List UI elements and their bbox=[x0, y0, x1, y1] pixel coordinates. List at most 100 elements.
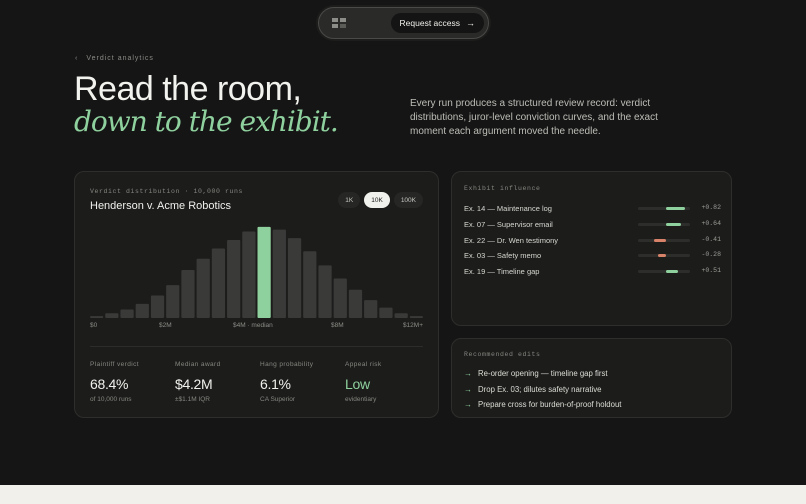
influence-value: +0.64 bbox=[701, 219, 721, 227]
histogram-axis: $0 $2M $4M · median $8M $12M+ bbox=[90, 322, 423, 332]
exhibit-name: Ex. 14 — Maintenance log bbox=[464, 204, 552, 213]
stat-hang-probability: Hang probability 6.1% CA Superior bbox=[260, 361, 345, 403]
histogram-bar[interactable] bbox=[318, 265, 332, 318]
stat-sub: of 10,000 runs bbox=[90, 396, 132, 403]
recommended-edits-label: Recommended edits bbox=[464, 351, 541, 358]
histogram-bar[interactable] bbox=[287, 238, 302, 318]
axis-tick-label: $0 bbox=[90, 322, 98, 329]
influence-track bbox=[638, 238, 690, 242]
distribution-label: Verdict distribution · 10,000 runs bbox=[90, 188, 244, 195]
histogram-bar[interactable] bbox=[379, 307, 393, 318]
histogram-bar[interactable] bbox=[135, 303, 149, 318]
footer-section bbox=[0, 485, 806, 504]
arrow-right-icon: → bbox=[464, 369, 472, 379]
run-count-toggle: 1K 10K 100K bbox=[338, 192, 423, 208]
recommended-edit-item[interactable]: → Prepare cross for burden-of-proof hold… bbox=[464, 397, 621, 413]
page-title-accent: down to the exhibit. bbox=[74, 105, 339, 138]
exhibit-list: Ex. 14 — Maintenance log +0.82 Ex. 07 — … bbox=[464, 202, 721, 281]
run-option-10k[interactable]: 10K bbox=[364, 192, 390, 208]
stat-value: 68.4% bbox=[90, 376, 129, 392]
run-option-100k[interactable]: 100K bbox=[393, 192, 423, 208]
stat-label: Appeal risk bbox=[345, 361, 382, 368]
exhibit-name: Ex. 19 — Timeline gap bbox=[464, 267, 540, 277]
stat-value: Low bbox=[345, 376, 370, 392]
recommended-edits-list: → Re-order opening — timeline gap first … bbox=[464, 366, 621, 413]
stat-sub: CA Superior bbox=[260, 396, 296, 403]
verdict-histogram bbox=[90, 226, 423, 318]
exhibit-name: Ex. 03 — Safety memo bbox=[464, 251, 542, 261]
influence-bar bbox=[657, 254, 666, 258]
histogram-bar[interactable] bbox=[105, 313, 119, 318]
influence-bar bbox=[654, 238, 666, 242]
exhibit-influence-card: Exhibit influence Ex. 14 — Maintenance l… bbox=[451, 171, 732, 326]
influence-track bbox=[638, 270, 690, 274]
recommended-edit-text: Re-order opening — timeline gap first bbox=[478, 369, 608, 379]
axis-tick-label: $4M · median bbox=[233, 322, 273, 329]
stat-label: Plaintiff verdict bbox=[90, 361, 139, 368]
eyebrow-label: Verdict analytics bbox=[86, 55, 154, 62]
eyebrow: ‹ Verdict analytics bbox=[75, 55, 154, 62]
histogram-bar[interactable] bbox=[348, 289, 363, 318]
histogram-bar[interactable] bbox=[181, 270, 195, 318]
influence-value: +0.82 bbox=[701, 204, 721, 211]
exhibit-row[interactable]: Ex. 19 — Timeline gap +0.51 bbox=[464, 265, 721, 281]
request-access-button[interactable]: Request access → bbox=[390, 13, 484, 33]
influence-bar bbox=[666, 207, 686, 210]
recommended-edit-item[interactable]: → Re-order opening — timeline gap first bbox=[464, 366, 621, 382]
histogram-bar[interactable] bbox=[409, 316, 423, 318]
influence-track bbox=[638, 222, 690, 226]
exhibit-row[interactable]: Ex. 07 — Supervisor email +0.64 bbox=[464, 218, 721, 234]
recommended-edit-item[interactable]: → Drop Ex. 03; dilutes safety narrative bbox=[464, 382, 621, 398]
stat-label: Hang probability bbox=[260, 361, 314, 368]
logo-mark-icon[interactable] bbox=[332, 18, 346, 28]
histogram-bar[interactable] bbox=[211, 248, 226, 318]
stat-sub: ±$1.1M IQR bbox=[175, 396, 210, 403]
stat-label: Median award bbox=[175, 361, 221, 368]
stat-median-award: Median award $4.2M ±$1.1M IQR bbox=[175, 361, 260, 403]
exhibit-influence-label: Exhibit influence bbox=[464, 185, 541, 192]
arrow-right-icon: → bbox=[466, 18, 475, 28]
histogram-bar-median[interactable] bbox=[257, 226, 271, 318]
histogram-bar[interactable] bbox=[272, 229, 286, 318]
exhibit-name: Ex. 07 — Supervisor email bbox=[464, 219, 553, 229]
histogram-bar[interactable] bbox=[166, 285, 180, 318]
top-nav-pill: Request access → bbox=[318, 7, 489, 39]
run-option-1k[interactable]: 1K bbox=[338, 192, 361, 208]
recommended-edits-card: Recommended edits → Re-order opening — t… bbox=[451, 338, 732, 418]
histogram-bar[interactable] bbox=[90, 316, 104, 318]
verdict-stats: Plaintiff verdict 68.4% of 10,000 runs M… bbox=[90, 361, 430, 403]
request-access-label: Request access bbox=[399, 18, 460, 28]
case-title: Henderson v. Acme Robotics bbox=[90, 200, 232, 212]
influence-track bbox=[638, 207, 690, 210]
exhibit-row[interactable]: Ex. 14 — Maintenance log +0.82 bbox=[464, 202, 721, 218]
histogram-bar[interactable] bbox=[150, 295, 165, 318]
histogram-bar[interactable] bbox=[242, 231, 256, 318]
exhibit-row[interactable]: Ex. 22 — Dr. Wen testimony -0.41 bbox=[464, 234, 721, 250]
influence-value: +0.51 bbox=[701, 267, 721, 275]
stat-value: $4.2M bbox=[175, 376, 213, 392]
axis-tick-label: $12M+ bbox=[402, 322, 423, 329]
histogram-bar[interactable] bbox=[364, 300, 378, 318]
chevron-left-icon: ‹ bbox=[75, 55, 79, 62]
recommended-edit-text: Prepare cross for burden-of-proof holdou… bbox=[478, 400, 622, 410]
histogram-bar[interactable] bbox=[227, 239, 241, 318]
stat-plaintiff-verdict: Plaintiff verdict 68.4% of 10,000 runs bbox=[90, 361, 175, 403]
hero-description: Every run produces a structured review r… bbox=[410, 98, 658, 137]
influence-value: -0.28 bbox=[701, 251, 721, 259]
histogram-bar[interactable] bbox=[394, 313, 408, 318]
axis-tick-label: $8M bbox=[331, 322, 344, 329]
axis-tick-label: $2M bbox=[159, 322, 172, 329]
histogram-bar[interactable] bbox=[120, 309, 134, 318]
influence-value: -0.41 bbox=[701, 235, 721, 243]
histogram-bar[interactable] bbox=[196, 258, 210, 318]
verdict-distribution-card: Verdict distribution · 10,000 runs Hende… bbox=[74, 171, 439, 418]
exhibit-row[interactable]: Ex. 03 — Safety memo -0.28 bbox=[464, 249, 721, 265]
influence-bar bbox=[666, 222, 681, 226]
influence-track bbox=[638, 254, 690, 258]
divider bbox=[90, 346, 423, 347]
histogram-bar[interactable] bbox=[333, 278, 347, 318]
histogram-bar[interactable] bbox=[303, 251, 317, 318]
stat-sub: evidentiary bbox=[345, 396, 377, 403]
exhibit-name: Ex. 22 — Dr. Wen testimony bbox=[464, 235, 559, 245]
influence-bar bbox=[666, 270, 678, 274]
